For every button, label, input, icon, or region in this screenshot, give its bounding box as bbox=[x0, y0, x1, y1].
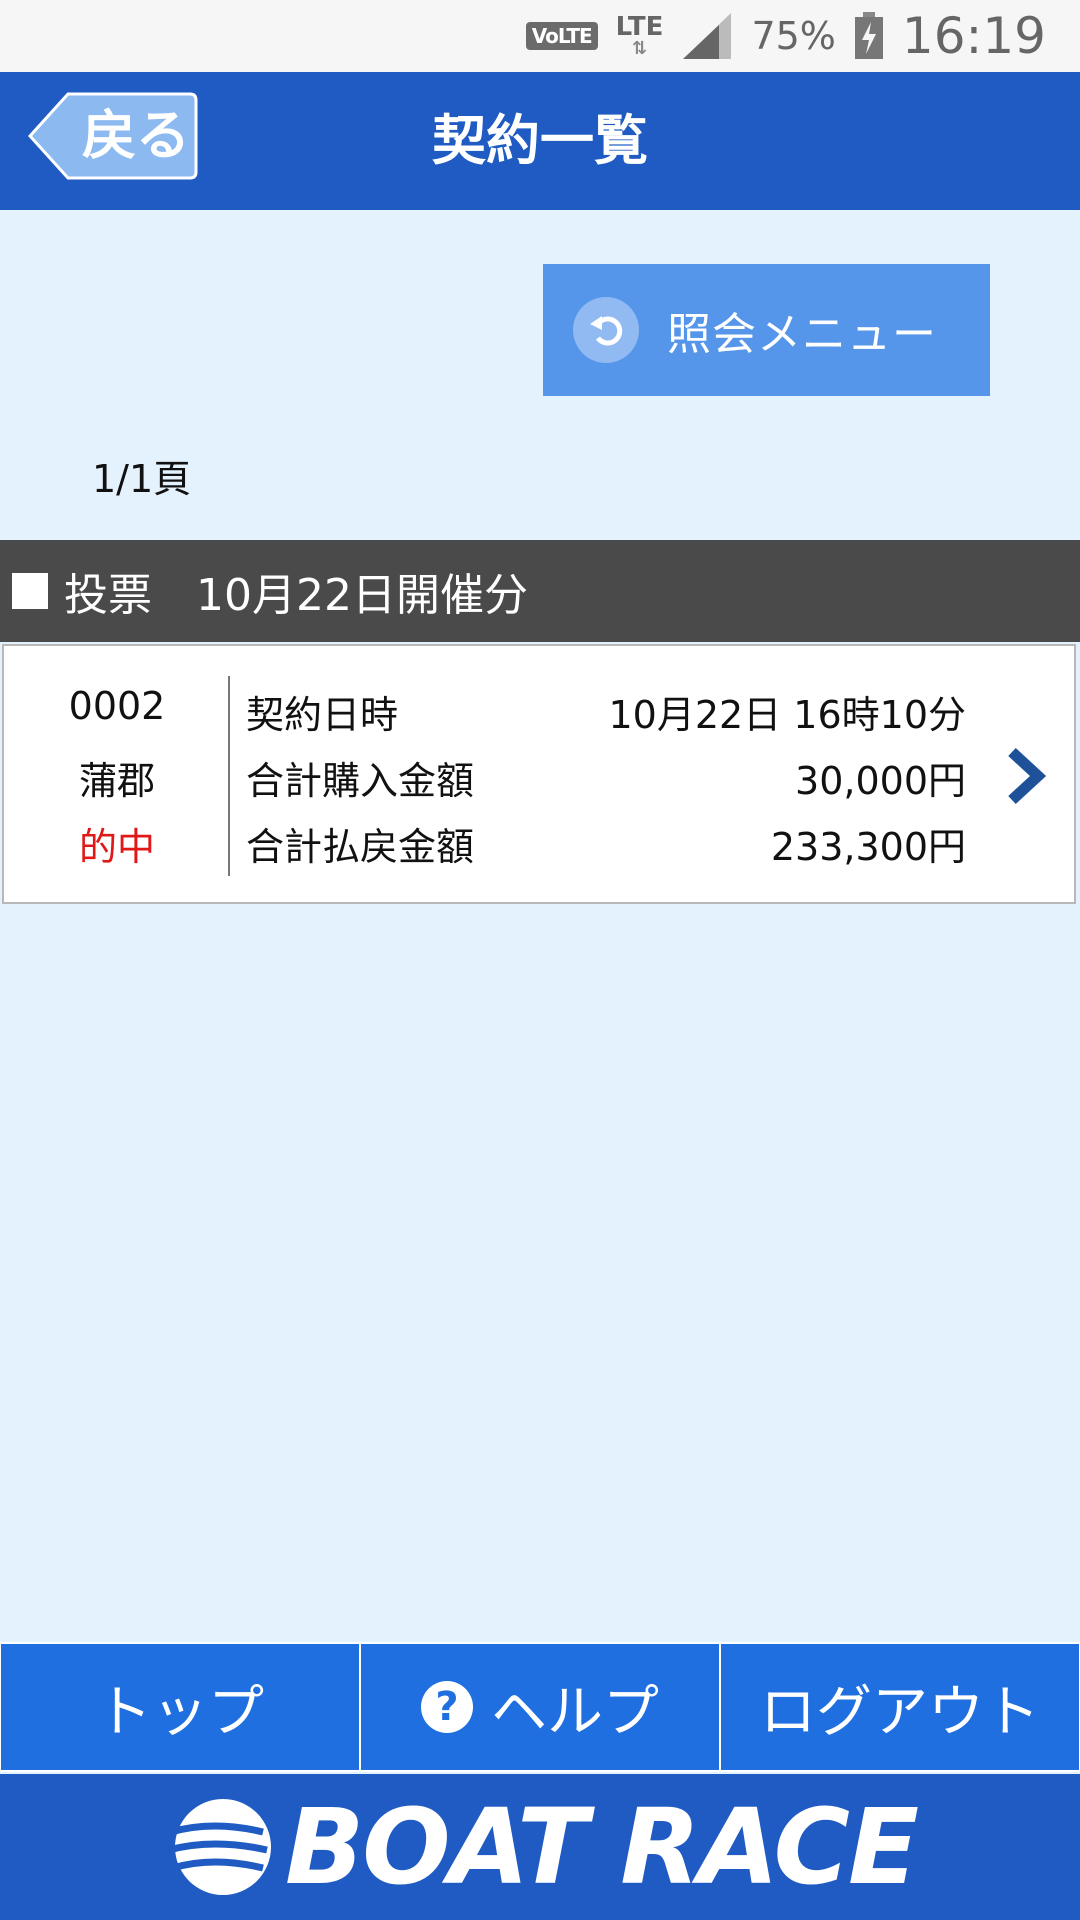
bottom-navigation: トップ ? ヘルプ ログアウト bbox=[0, 1642, 1080, 1772]
contract-card[interactable]: 0002 蒲郡 的中 契約日時 10月22日 16時10分 合計購入金額 30,… bbox=[2, 644, 1076, 904]
signal-icon bbox=[683, 13, 732, 59]
inquiry-menu-button[interactable]: 照会メニュー bbox=[543, 264, 990, 396]
row-value: 233,300円 bbox=[770, 825, 966, 869]
volte-icon: VoLTE bbox=[525, 22, 598, 50]
square-bullet-icon bbox=[12, 573, 48, 609]
row-label: 合計払戻金額 bbox=[246, 825, 475, 869]
app-header: 戻る 契約一覧 bbox=[0, 72, 1080, 210]
contract-result-badge: 的中 bbox=[78, 825, 155, 869]
lte-indicator: LTE ⇅ bbox=[616, 14, 664, 58]
section-title: 投票 10月22日開催分 bbox=[64, 570, 528, 621]
clock: 16:19 bbox=[901, 7, 1046, 65]
row-label: 合計購入金額 bbox=[246, 759, 475, 803]
help-icon: ? bbox=[421, 1681, 473, 1733]
row-label: 契約日時 bbox=[246, 693, 399, 737]
card-divider bbox=[228, 676, 230, 876]
battery-percent: 75% bbox=[751, 14, 836, 58]
nav-logout-label: ログアウト bbox=[760, 1679, 1040, 1745]
status-bar: VoLTE LTE ⇅ 75% 16:19 bbox=[0, 0, 1080, 72]
nav-logout-button[interactable]: ログアウト bbox=[721, 1644, 1079, 1770]
contract-venue: 蒲郡 bbox=[78, 759, 155, 803]
boat-race-logo-text: BOAT RACE bbox=[284, 1786, 919, 1908]
data-transfer-icon: ⇅ bbox=[632, 38, 648, 59]
back-button[interactable]: 戻る bbox=[28, 92, 198, 180]
return-icon bbox=[573, 297, 639, 363]
nav-help-button[interactable]: ? ヘルプ bbox=[361, 1644, 719, 1770]
contract-summary: 0002 蒲郡 的中 bbox=[4, 646, 230, 902]
nav-top-label: トップ bbox=[96, 1679, 264, 1745]
battery-charging-icon bbox=[854, 12, 883, 59]
nav-help-label: ヘルプ bbox=[491, 1679, 659, 1745]
row-value: 30,000円 bbox=[795, 759, 966, 803]
back-button-label: 戻る bbox=[82, 104, 190, 167]
boat-race-logo-icon bbox=[168, 1799, 271, 1895]
chevron-right-icon bbox=[1008, 747, 1047, 805]
nav-top-button[interactable]: トップ bbox=[1, 1644, 359, 1770]
inquiry-menu-label: 照会メニュー bbox=[667, 309, 937, 360]
lte-label: LTE bbox=[615, 12, 664, 42]
page-indicator: 1/1頁 bbox=[92, 457, 192, 501]
row-value: 10月22日 16時10分 bbox=[608, 693, 967, 737]
footer: BOAT RACE bbox=[0, 1774, 1080, 1920]
contract-number: 0002 bbox=[68, 684, 166, 728]
section-header: 投票 10月22日開催分 bbox=[0, 540, 1080, 642]
